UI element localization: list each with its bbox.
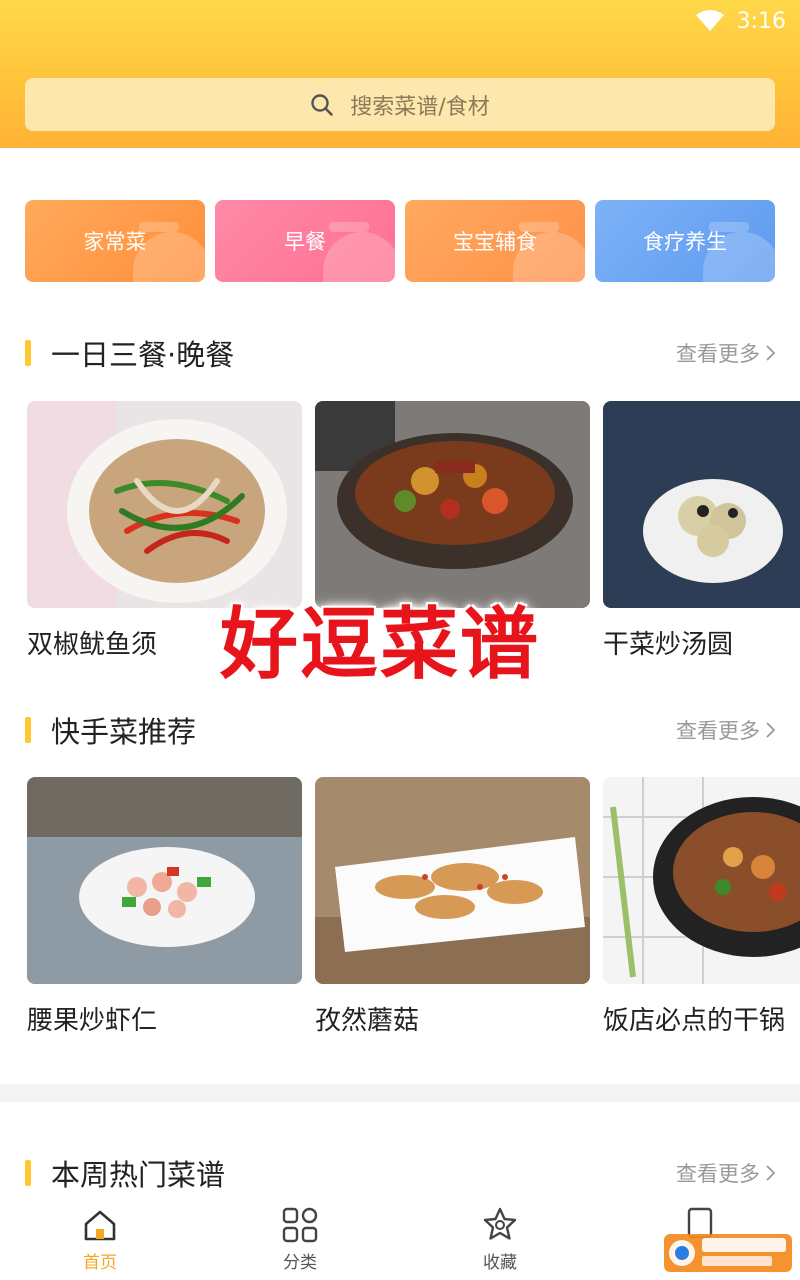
grid-icon: [282, 1207, 318, 1243]
recipe-name: 干菜炒汤圆: [603, 630, 734, 660]
see-more-link[interactable]: 查看更多: [676, 338, 775, 368]
tab-favorites[interactable]: 收藏: [440, 1206, 560, 1273]
tab-label: 分类: [283, 1253, 317, 1273]
tab-category[interactable]: 分类: [240, 1206, 360, 1273]
home-icon: [84, 1210, 116, 1241]
header: 3:16 搜索菜谱/食材: [0, 0, 800, 148]
section-accent-bar: [25, 340, 31, 366]
search-placeholder: 搜索菜谱/食材: [350, 94, 490, 120]
category-home-cooking[interactable]: 家常菜: [25, 200, 205, 282]
section-accent-bar: [25, 717, 31, 743]
recipe-card[interactable]: 腰果炒虾仁: [27, 777, 302, 1037]
recipe-image: [27, 777, 302, 984]
recipe-card[interactable]: 饭店必点的干锅: [603, 777, 800, 1037]
section-accent-bar: [25, 1160, 31, 1186]
section-header-weekly-hot: 本周热门菜谱 查看更多: [25, 1153, 775, 1193]
search-input[interactable]: 搜索菜谱/食材: [25, 78, 775, 131]
category-breakfast[interactable]: 早餐: [215, 200, 395, 282]
see-more-link[interactable]: 查看更多: [676, 1158, 775, 1188]
recipe-name: 饭店必点的干锅: [603, 1006, 786, 1036]
tab-home[interactable]: 首页: [40, 1206, 160, 1273]
app-watermark: 好逗菜谱: [220, 600, 541, 690]
category-label: 食疗养生: [643, 230, 727, 254]
chevron-right-icon: [766, 345, 775, 361]
site-logo-stamp: [664, 1234, 792, 1272]
see-more-link[interactable]: 查看更多: [676, 715, 775, 745]
section-header-dinner: 一日三餐·晚餐 查看更多: [25, 333, 775, 373]
recipe-image: [603, 401, 800, 608]
category-health[interactable]: 食疗养生: [595, 200, 775, 282]
recipe-image: [315, 401, 590, 608]
search-icon: [311, 93, 334, 116]
section-title: 本周热门菜谱: [51, 1158, 226, 1192]
see-more-label: 查看更多: [676, 719, 760, 743]
section-title: 快手菜推荐: [51, 715, 197, 749]
recipe-image: [27, 401, 302, 608]
category-label: 早餐: [284, 230, 326, 254]
recipe-name: 孜然蘑菇: [315, 1006, 420, 1036]
section-title: 一日三餐·晚餐: [51, 338, 235, 372]
wifi-icon: [695, 10, 724, 31]
chevron-right-icon: [766, 722, 775, 738]
category-label: 家常菜: [83, 230, 147, 254]
recipe-name: 腰果炒虾仁: [27, 1006, 158, 1036]
see-more-label: 查看更多: [676, 1162, 760, 1186]
tab-label: 首页: [83, 1253, 117, 1273]
recipe-image: [603, 777, 800, 984]
category-row: 家常菜 早餐 宝宝辅食 食疗养生: [25, 200, 775, 282]
status-time: 3:16: [736, 8, 786, 34]
recipe-card[interactable]: 干菜炒汤圆: [603, 401, 800, 661]
recipe-card[interactable]: 孜然蘑菇: [315, 777, 590, 1037]
recipe-image: [315, 777, 590, 984]
see-more-label: 查看更多: [676, 342, 760, 366]
section-divider: [0, 1084, 800, 1102]
star-icon: [483, 1207, 517, 1240]
chevron-right-icon: [766, 1165, 775, 1181]
recipe-row-quick: 腰果炒虾仁 孜然蘑菇 饭店必点的干锅: [27, 777, 800, 1057]
category-baby-food[interactable]: 宝宝辅食: [405, 200, 585, 282]
section-header-quick: 快手菜推荐 查看更多: [25, 710, 775, 750]
tab-label: 收藏: [483, 1253, 517, 1273]
status-bar: 3:16: [695, 6, 786, 36]
category-label: 宝宝辅食: [453, 230, 537, 254]
